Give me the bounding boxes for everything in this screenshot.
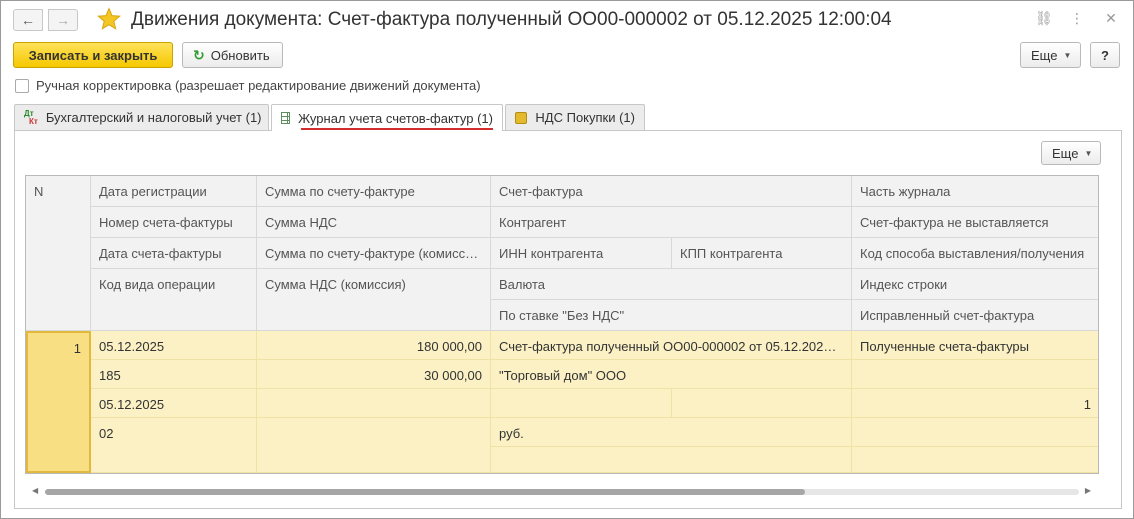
registration-date-cell[interactable]: 05.12.2025 [91,331,257,360]
refresh-label: Обновить [210,47,270,63]
manual-adjustment-checkbox[interactable] [15,78,29,93]
header-invoice-amount-commission[interactable]: Сумма по счету-фактуре (комиссия) [257,238,491,269]
window-title: Движения документа: Счет-фактура получен… [131,9,892,30]
tab-accounting-label: Бухгалтерский и налоговый учет (1) [45,110,262,125]
vat-amount-cell[interactable]: 30 000,00 [257,360,491,389]
header-currency[interactable]: Валюта [491,269,852,300]
counterparty-inn-cell[interactable] [491,389,672,418]
no-vat-rate-cell[interactable] [491,447,852,473]
row-number-cell[interactable]: 1 [26,331,91,473]
manual-adjustment-label: Ручная корректировка (разрешает редактир… [36,78,481,93]
header-vat-commission[interactable]: Сумма НДС (комиссия) [257,269,491,331]
horizontal-scrollbar[interactable]: ◀ ▶ [25,484,1099,500]
currency-cell[interactable]: руб. [491,418,852,447]
scrollbar-thumb[interactable] [45,489,805,495]
window-controls: ⛓ ⋮ ✕ [1035,10,1119,27]
grid-more-label: Еще [1052,145,1079,161]
tab-invoice-journal[interactable]: Журнал учета счетов-фактур (1) [271,104,503,131]
issue-method-code-cell[interactable]: 1 [852,389,1098,418]
header-journal-part[interactable]: Часть журнала [852,176,1098,207]
arrow-right-icon: → [56,12,70,28]
invoice-number-cell[interactable]: 185 [91,360,257,389]
table-icon [281,112,291,124]
forward-button[interactable]: → [48,9,78,31]
scroll-left-icon[interactable]: ◀ [32,486,38,495]
title-bar: ← → Движения документа: Счет-фактура пол… [1,1,1133,39]
header-row-index[interactable]: Индекс строки [852,269,1098,300]
tab-panel: Еще ▼ N Дата регистрации Номер счета-фак… [14,130,1122,509]
header-counterparty-kpp[interactable]: КПП контрагента [672,238,852,269]
header-registration-date[interactable]: Дата регистрации [91,176,257,207]
invoice-date-cell[interactable]: 05.12.2025 [91,389,257,418]
movements-window: ← → Движения документа: Счет-фактура пол… [0,0,1134,519]
grid-more-button[interactable]: Еще ▼ [1041,141,1101,165]
close-icon[interactable]: ✕ [1103,10,1119,27]
help-button[interactable]: ? [1090,42,1120,68]
header-invoice-amount[interactable]: Сумма по счету-фактуре [257,176,491,207]
tab-invoice-journal-label: Журнал учета счетов-фактур (1) [298,110,493,126]
header-not-issued[interactable]: Счет-фактура не выставляется [852,207,1098,238]
register-table[interactable]: N Дата регистрации Номер счета-фактуры Д… [25,175,1099,474]
chevron-down-icon: ▼ [1063,50,1072,60]
header-vat-amount[interactable]: Сумма НДС [257,207,491,238]
tab-vat-purchases[interactable]: НДС Покупки (1) [505,104,645,130]
refresh-icon: ↻ [193,46,205,63]
more-actions-button[interactable]: Еще ▼ [1020,42,1081,68]
scroll-right-icon[interactable]: ▶ [1085,486,1091,495]
operation-code-cell[interactable]: 02 [91,418,257,473]
arrow-left-icon: ← [21,12,35,28]
header-invoice-date[interactable]: Дата счета-фактуры [91,238,257,269]
row-index-cell[interactable] [852,418,1098,447]
scrollbar-track[interactable] [45,489,1079,495]
favorite-star-icon[interactable] [97,7,121,31]
counterparty-cell[interactable]: "Торговый дом" ООО [491,360,852,389]
not-issued-cell[interactable] [852,360,1098,389]
invoice-cell[interactable]: Счет-фактура полученный ОО00-000002 от 0… [491,331,852,360]
chevron-down-icon: ▼ [1084,148,1093,158]
header-invoice[interactable]: Счет-фактура [491,176,852,207]
active-tab-underline [301,128,493,130]
header-issue-method-code[interactable]: Код способа выставления/получения [852,238,1098,269]
more-label: Еще [1031,47,1058,63]
manual-adjustment-row[interactable]: Ручная корректировка (разрешает редактир… [15,78,481,93]
more-vertical-icon[interactable]: ⋮ [1069,10,1085,27]
header-no-vat-rate[interactable]: По ставке "Без НДС" [491,300,852,331]
header-operation-code[interactable]: Код вида операции [91,269,257,331]
header-invoice-number[interactable]: Номер счета-фактуры [91,207,257,238]
tab-vat-purchases-label: НДС Покупки (1) [535,110,635,125]
header-n[interactable]: N [26,176,91,331]
tab-accounting[interactable]: Дт Кт Бухгалтерский и налоговый учет (1) [14,104,269,130]
corrected-invoice-cell[interactable] [852,447,1098,473]
refresh-button[interactable]: ↻ Обновить [182,42,283,68]
invoice-amount-commission-cell[interactable] [257,389,491,418]
header-counterparty[interactable]: Контрагент [491,207,852,238]
link-icon[interactable]: ⛓ [1035,10,1053,27]
vat-commission-cell[interactable] [257,418,491,473]
vat-icon [515,111,528,124]
header-counterparty-inn[interactable]: ИНН контрагента [491,238,672,269]
save-and-close-button[interactable]: Записать и закрыть [13,42,173,68]
journal-part-cell[interactable]: Полученные счета-фактуры [852,331,1098,360]
header-corrected-invoice[interactable]: Исправленный счет-фактура [852,300,1098,331]
back-button[interactable]: ← [13,9,43,31]
invoice-amount-cell[interactable]: 180 000,00 [257,331,491,360]
dt-kt-icon: Дт Кт [24,108,38,126]
counterparty-kpp-cell[interactable] [672,389,852,418]
